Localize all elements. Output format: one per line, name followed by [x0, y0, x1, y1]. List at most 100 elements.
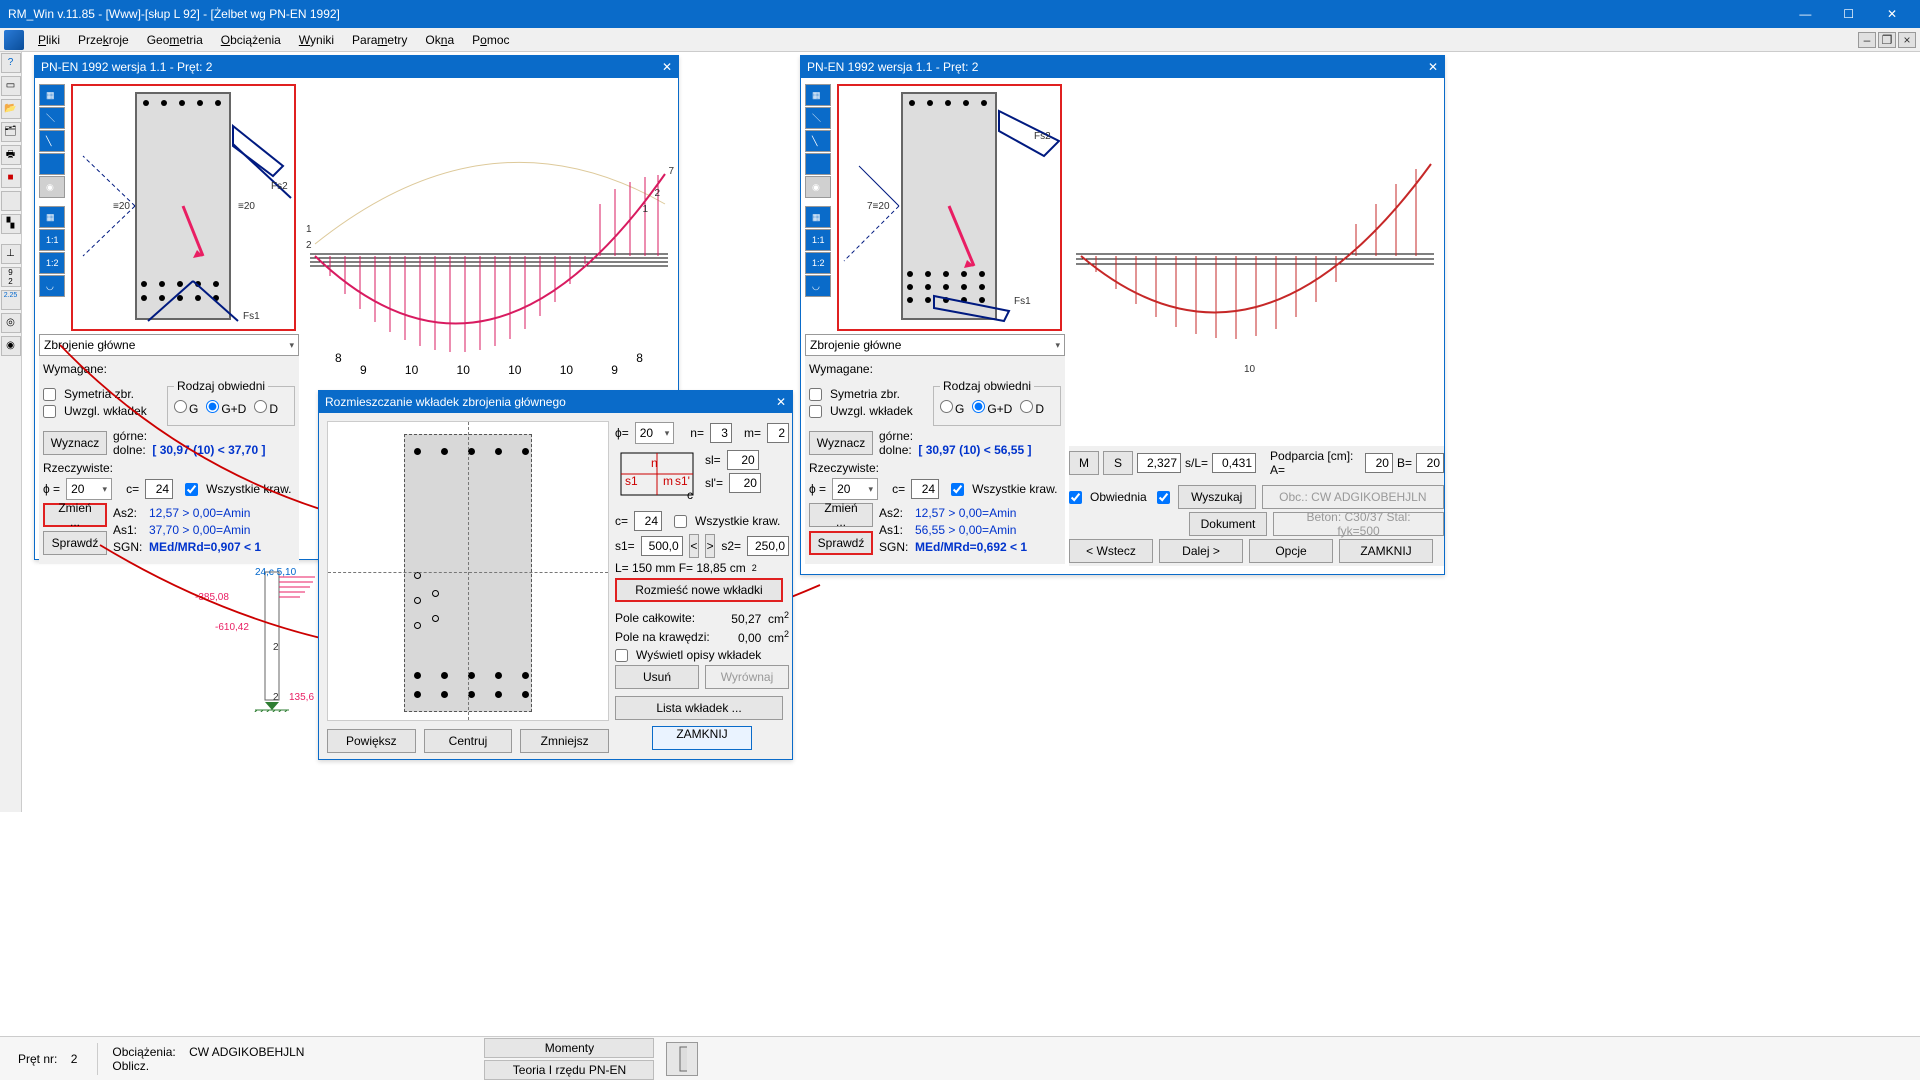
tool-circle-icon[interactable]: ◉ — [1, 336, 21, 356]
b-input[interactable] — [1416, 453, 1444, 473]
phi-dropdown[interactable]: 20▾ — [66, 478, 112, 500]
tool-target-icon-r[interactable]: ◉ — [805, 176, 831, 198]
symetria-checkbox-r[interactable]: Symetria zbr. — [809, 387, 927, 401]
all-kraw-checkbox[interactable]: Wszystkie kraw. — [185, 482, 291, 496]
s-value-input[interactable] — [1137, 453, 1181, 473]
zmniejsz-button[interactable]: Zmniejsz — [520, 729, 609, 753]
tool-print-icon[interactable]: 🖶 — [1, 145, 21, 165]
tool-open-icon[interactable]: ▭ — [1, 76, 21, 96]
tool-blank-icon[interactable] — [39, 153, 65, 175]
menu-przekroje[interactable]: Przekroje — [70, 31, 137, 49]
mdi-restore[interactable]: ❐ — [1878, 32, 1896, 48]
dlg-slp-input[interactable] — [729, 473, 761, 493]
tool-12-icon-r[interactable]: 1:2 — [805, 252, 831, 274]
tool-arc-icon-r[interactable]: ◡ — [805, 275, 831, 297]
wyswietl-checkbox[interactable]: Wyświetl opisy wkładek — [615, 648, 789, 662]
tool-blank-icon-r[interactable] — [805, 153, 831, 175]
radio-d-r[interactable]: D — [1020, 400, 1044, 416]
radio-gd[interactable]: G+D — [206, 400, 246, 416]
radio-d[interactable]: D — [254, 400, 278, 416]
tool-grid-icon[interactable]: ▦ — [39, 84, 65, 106]
wyznacz-button[interactable]: Wyznacz — [43, 431, 107, 455]
tool-grid2-icon[interactable]: ▦ — [39, 206, 65, 228]
tool-grid2-icon-r[interactable]: ▦ — [805, 206, 831, 228]
uwzgl-checkbox[interactable]: Uwzgl. wkładek — [43, 404, 161, 418]
menu-parametry[interactable]: Parametry — [344, 31, 415, 49]
tool-line1-icon[interactable]: ＼ — [39, 107, 65, 129]
section-dropdown[interactable]: Zbrojenie główne ▾ — [39, 334, 299, 356]
tool-11-icon[interactable]: 1:1 — [39, 229, 65, 251]
menu-wyniki[interactable]: Wyniki — [291, 31, 342, 49]
menu-pomoc[interactable]: Pomoc — [464, 31, 517, 49]
right-window-close-icon[interactable]: ✕ — [1428, 60, 1438, 74]
usun-button[interactable]: Usuń — [615, 665, 699, 689]
radio-g[interactable]: G — [174, 400, 198, 416]
dlg-s1-input[interactable] — [641, 536, 683, 556]
tool-line1-icon-r[interactable]: ＼ — [805, 107, 831, 129]
tool-12-icon[interactable]: 1:2 — [39, 252, 65, 274]
lista-button[interactable]: Lista wkładek ... — [615, 696, 783, 720]
minimize-button[interactable]: — — [1785, 7, 1825, 21]
tool-target-icon[interactable]: ◉ — [39, 176, 65, 198]
wyznacz-button-r[interactable]: Wyznacz — [809, 431, 873, 455]
dlg-n-input[interactable] — [710, 423, 732, 443]
dlg-m-input[interactable] — [767, 423, 789, 443]
left-window-close-icon[interactable]: ✕ — [662, 60, 672, 74]
zmien-button-r[interactable]: Zmień ... — [809, 503, 873, 527]
wyszukaj-button[interactable]: Wyszukaj — [1178, 485, 1256, 509]
menu-pliki[interactable]: Pliki — [30, 31, 68, 49]
tool-225-icon[interactable]: 2.25 — [1, 290, 21, 310]
dlg-phi-dropdown[interactable]: 20▾ — [635, 422, 675, 444]
tool-spiral-icon[interactable]: ◎ — [1, 313, 21, 333]
dlg-allkraw-checkbox[interactable]: Wszystkie kraw. — [674, 514, 780, 528]
tool-save-icon[interactable]: 🗂 — [1, 122, 21, 142]
teoria-dropdown[interactable]: Teoria I rzędu PN-EN — [484, 1060, 654, 1080]
radio-g-r[interactable]: G — [940, 400, 964, 416]
menu-obciazenia[interactable]: Obciążenia — [213, 31, 289, 49]
dlg-next-button[interactable]: > — [705, 534, 715, 558]
sprawdz-button-r[interactable]: Sprawdź — [809, 531, 873, 555]
tool-num-icon[interactable]: 92 — [1, 267, 21, 287]
dlg-zamknij-button[interactable]: ZAMKNIJ — [652, 726, 752, 750]
radio-gd-r[interactable]: G+D — [972, 400, 1012, 416]
a-input[interactable] — [1365, 453, 1393, 473]
symetria-checkbox[interactable]: Symetria zbr. — [43, 387, 161, 401]
menu-okna[interactable]: Okna — [417, 31, 462, 49]
zamknij-button[interactable]: ZAMKNIJ — [1339, 539, 1433, 563]
tool-section-icon[interactable]: ⊥ — [1, 244, 21, 264]
dlg-sl-input[interactable] — [727, 450, 759, 470]
c-input-r[interactable] — [911, 479, 939, 499]
rozmiesc-button[interactable]: Rozmieść nowe wkładki — [615, 578, 783, 602]
dialog-close-icon[interactable]: ✕ — [776, 395, 786, 409]
all-kraw-checkbox-r[interactable]: Wszystkie kraw. — [951, 482, 1057, 496]
close-button[interactable]: ✕ — [1872, 7, 1912, 21]
tool-arc-icon[interactable]: ◡ — [39, 275, 65, 297]
tool-line2-icon[interactable]: ╲ — [39, 130, 65, 152]
dlg-c-input[interactable] — [634, 511, 662, 531]
dokument-button[interactable]: Dokument — [1189, 512, 1267, 536]
uwzgl-checkbox-r[interactable]: Uwzgl. wkładek — [809, 404, 927, 418]
zmien-button[interactable]: Zmień ... — [43, 503, 107, 527]
dlg-prev-button[interactable]: < — [689, 534, 699, 558]
section-thumbnail-icon[interactable] — [666, 1042, 698, 1076]
wstecz-button[interactable]: < Wstecz — [1069, 539, 1153, 563]
s-button[interactable]: S — [1103, 451, 1133, 475]
tool-graph-icon[interactable]: ▚ — [1, 214, 21, 234]
sprawdz-button[interactable]: Sprawdź — [43, 531, 107, 555]
dalej-button[interactable]: Dalej > — [1159, 539, 1243, 563]
m-button[interactable]: M — [1069, 451, 1099, 475]
maximize-button[interactable]: ☐ — [1829, 7, 1869, 21]
centruj-button[interactable]: Centruj — [424, 729, 513, 753]
powieksz-button[interactable]: Powiększ — [327, 729, 416, 753]
tool-11-icon-r[interactable]: 1:1 — [805, 229, 831, 251]
tool-line2-icon-r[interactable]: ╲ — [805, 130, 831, 152]
section-dropdown-r[interactable]: Zbrojenie główne ▾ — [805, 334, 1065, 356]
mdi-minimize[interactable]: – — [1858, 32, 1876, 48]
tool-folder-icon[interactable]: 📂 — [1, 99, 21, 119]
menu-geometria[interactable]: Geometria — [139, 31, 211, 49]
rebar-section-canvas[interactable] — [327, 421, 609, 721]
c-input[interactable] — [145, 479, 173, 499]
obwiednia-checkbox[interactable]: Obwiednia — [1069, 490, 1147, 504]
extra-checkbox[interactable] — [1157, 491, 1170, 504]
tool-blank1[interactable] — [1, 191, 21, 211]
